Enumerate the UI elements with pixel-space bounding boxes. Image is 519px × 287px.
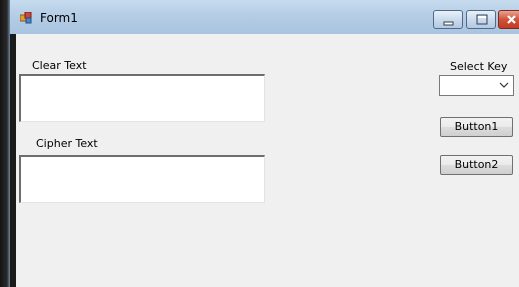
cipher-text-label: Cipher Text — [36, 137, 98, 150]
window-border — [0, 0, 10, 287]
form-window: Form1 Clear Text Cipher Text Select Key … — [0, 0, 519, 287]
button1[interactable]: Button1 — [440, 117, 513, 137]
cipher-text-input[interactable] — [19, 155, 265, 203]
window-title: Form1 — [40, 11, 78, 25]
minimize-button[interactable] — [433, 10, 463, 29]
maximize-button[interactable] — [466, 10, 496, 29]
form-app-icon — [20, 12, 32, 24]
select-key-label: Select Key — [450, 60, 508, 73]
button2[interactable]: Button2 — [440, 155, 513, 175]
select-key-dropdown[interactable] — [439, 75, 514, 96]
close-icon — [507, 15, 516, 24]
close-button[interactable] — [498, 10, 519, 29]
clear-text-label: Clear Text — [32, 59, 87, 72]
maximize-icon — [476, 14, 488, 25]
chevron-down-icon — [499, 82, 509, 88]
clear-text-input[interactable] — [19, 74, 265, 122]
minimize-icon — [443, 21, 454, 26]
